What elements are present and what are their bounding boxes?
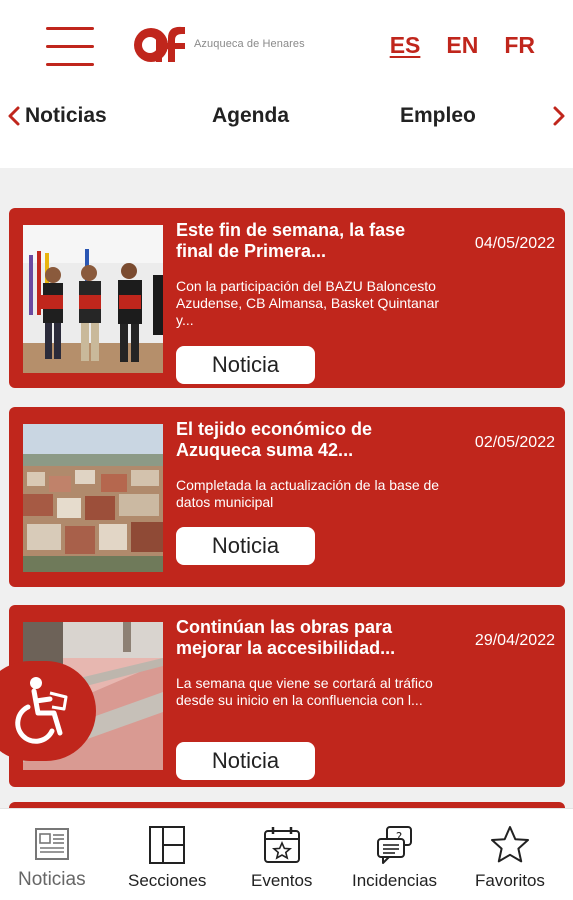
nav-noticias[interactable]: Noticias xyxy=(18,825,86,891)
nav-label: Secciones xyxy=(128,871,207,890)
nav-label: Eventos xyxy=(251,871,313,890)
news-date: 04/05/2022 xyxy=(474,235,555,252)
bottom-navigation: Noticias Secciones Eventos ? Incidencias… xyxy=(0,808,573,900)
app-logo[interactable]: Azuqueca de Henares xyxy=(132,20,347,68)
news-date: 02/05/2022 xyxy=(474,434,555,451)
logo-mark-icon xyxy=(134,26,185,62)
news-photo-image xyxy=(23,225,163,373)
lang-fr[interactable]: FR xyxy=(504,30,535,60)
nav-eventos[interactable]: Eventos xyxy=(251,825,312,891)
news-type-badge: Noticia xyxy=(176,742,315,780)
nav-incidencias[interactable]: ? Incidencias xyxy=(352,825,437,891)
language-selector: ES EN FR xyxy=(390,30,535,60)
news-title: El tejido económico de Azuqueca suma 42.… xyxy=(176,419,373,460)
calendar-star-icon xyxy=(263,827,300,863)
news-photo-image xyxy=(23,424,163,572)
report-chat-icon: ? xyxy=(376,826,412,864)
tab-agenda[interactable]: Agenda xyxy=(212,102,289,130)
chevron-right-icon[interactable] xyxy=(551,102,567,130)
accessibility-button[interactable] xyxy=(0,661,96,761)
news-title: Este fin de semana, la fase final de Pri… xyxy=(176,220,406,261)
news-card[interactable]: Este fin de semana, la fase final de Pri… xyxy=(9,208,565,388)
nav-label: Incidencias xyxy=(352,871,438,890)
sections-layout-icon xyxy=(149,826,186,864)
nav-label: Favoritos xyxy=(475,871,545,890)
hamburger-line xyxy=(46,27,94,30)
nav-favoritos[interactable]: Favoritos xyxy=(475,825,545,891)
lang-en[interactable]: EN xyxy=(446,30,478,60)
tab-empleo[interactable]: Empleo xyxy=(400,102,476,130)
chevron-left-icon[interactable] xyxy=(6,102,22,130)
lang-es[interactable]: ES xyxy=(390,30,421,60)
news-summary: Con la participación del BAZU Baloncesto… xyxy=(176,278,440,328)
hamburger-line xyxy=(46,63,94,66)
news-summary: Completada la actualización de la base d… xyxy=(176,477,440,510)
news-title: Continúan las obras para mejorar la acce… xyxy=(176,617,396,658)
section-tabs: Noticias Agenda Empleo xyxy=(0,92,573,144)
nav-secciones[interactable]: Secciones xyxy=(128,825,206,891)
newspaper-icon xyxy=(34,828,69,860)
hamburger-line xyxy=(46,45,94,48)
app-header: Azuqueca de Henares ES EN FR xyxy=(0,0,573,92)
tab-noticias[interactable]: Noticias xyxy=(25,102,107,130)
logo-text: Azuqueca de Henares xyxy=(194,38,305,50)
news-date: 29/04/2022 xyxy=(474,632,555,649)
nav-label: Noticias xyxy=(18,869,86,890)
accessibility-wheelchair-icon xyxy=(15,677,68,744)
news-thumbnail xyxy=(23,424,163,572)
hamburger-menu-icon[interactable] xyxy=(46,24,94,68)
news-type-badge: Noticia xyxy=(176,527,315,565)
news-card[interactable]: El tejido económico de Azuqueca suma 42.… xyxy=(9,407,565,587)
star-icon xyxy=(490,826,529,863)
news-type-badge: Noticia xyxy=(176,346,315,384)
news-thumbnail xyxy=(23,225,163,373)
news-summary: La semana que viene se cortará al tráfic… xyxy=(176,675,433,708)
